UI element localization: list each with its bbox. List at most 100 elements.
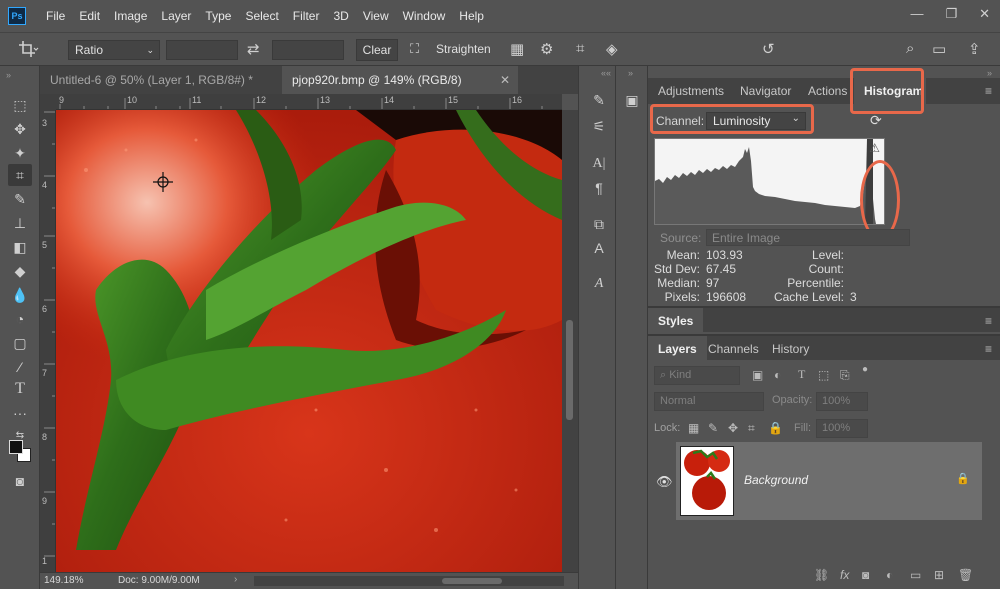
- straighten-icon[interactable]: ⛶: [410, 41, 419, 57]
- tab-channels[interactable]: Channels: [698, 336, 769, 362]
- tab-untitled-6[interactable]: Untitled-6 @ 50% (Layer 1, RGB/8#) *: [40, 66, 282, 94]
- lock-pixels-icon[interactable]: ✎: [708, 421, 718, 435]
- close-button[interactable]: ✕: [979, 6, 990, 22]
- crop-tool-icon[interactable]: ⌗: [8, 164, 32, 186]
- filter-toggle-icon[interactable]: ●: [862, 364, 868, 375]
- panel-menu-icon[interactable]: ≡: [985, 314, 992, 328]
- adjustment-layer-icon[interactable]: ◐: [886, 568, 893, 582]
- gear-icon[interactable]: ⚙: [540, 40, 553, 58]
- tab-history[interactable]: History: [762, 336, 819, 362]
- tab-styles[interactable]: Styles: [648, 308, 704, 334]
- height-field[interactable]: [272, 40, 344, 60]
- clone-stamp-tool-icon[interactable]: ⊥: [8, 212, 32, 234]
- paragraph-icon[interactable]: ¶: [589, 178, 609, 198]
- close-icon[interactable]: ✕: [500, 66, 510, 94]
- menu-filter[interactable]: Filter: [293, 9, 320, 23]
- refresh-icon[interactable]: ⟳: [870, 112, 882, 129]
- eraser-tool-icon[interactable]: ◧: [8, 236, 32, 258]
- menu-edit[interactable]: Edit: [79, 9, 100, 23]
- collapse-icon[interactable]: »: [628, 68, 633, 78]
- delete-cropped-icon[interactable]: ⌗: [576, 40, 584, 57]
- width-field[interactable]: [166, 40, 238, 60]
- glyphs-icon[interactable]: A: [589, 274, 609, 294]
- content-aware-icon[interactable]: ◈: [606, 40, 618, 58]
- foreground-color-swatch[interactable]: [9, 440, 23, 454]
- menu-3d[interactable]: 3D: [333, 9, 348, 23]
- search-icon[interactable]: ⌕: [906, 40, 914, 57]
- type-tool-icon[interactable]: T: [8, 378, 32, 400]
- menu-image[interactable]: Image: [114, 9, 147, 23]
- lock-position-icon[interactable]: ✥: [728, 421, 738, 435]
- menu-file[interactable]: File: [46, 9, 65, 23]
- blur-tool-icon[interactable]: 💧: [8, 284, 32, 306]
- layer-filter-kind[interactable]: ⌕ Kind: [654, 366, 740, 385]
- opacity-field[interactable]: 100%: [816, 392, 868, 411]
- magic-wand-tool-icon[interactable]: ✦: [8, 142, 32, 164]
- horizontal-scrollbar[interactable]: [254, 576, 564, 586]
- crop-tool-preset-icon[interactable]: [18, 40, 40, 62]
- workspace-icon[interactable]: ▭: [932, 40, 946, 58]
- collapse-icon[interactable]: »: [987, 68, 992, 78]
- blend-mode-dropdown[interactable]: Normal: [654, 392, 764, 411]
- zoom-level[interactable]: 149.18%: [44, 575, 83, 586]
- collapse-icon[interactable]: »: [6, 70, 11, 80]
- menu-type[interactable]: Type: [205, 9, 231, 23]
- new-layer-icon[interactable]: ⊞: [934, 568, 944, 582]
- chevron-right-icon[interactable]: ›: [234, 574, 237, 585]
- warning-icon[interactable]: ⚠: [869, 141, 880, 155]
- character-styles-icon[interactable]: A: [589, 238, 609, 258]
- paint-bucket-tool-icon[interactable]: ◆: [8, 260, 32, 282]
- color-swatches[interactable]: [9, 440, 31, 462]
- fx-icon[interactable]: fx: [840, 568, 849, 582]
- tab-pjop920r[interactable]: pjop920r.bmp @ 149% (RGB/8) ✕: [282, 66, 518, 94]
- minimize-button[interactable]: —: [910, 6, 923, 22]
- tab-navigator[interactable]: Navigator: [730, 78, 801, 104]
- tab-actions[interactable]: Actions: [798, 78, 857, 104]
- clone-source-icon[interactable]: ⧉: [589, 214, 609, 234]
- menu-window[interactable]: Window: [403, 9, 446, 23]
- expand-icon[interactable]: ««: [601, 68, 611, 78]
- smart-object-filter-icon[interactable]: ⎘: [840, 368, 850, 383]
- link-layers-icon[interactable]: ⛓: [814, 568, 829, 582]
- menu-view[interactable]: View: [363, 9, 389, 23]
- visibility-eye-icon[interactable]: 👁: [656, 474, 673, 490]
- dodge-tool-icon[interactable]: ◔: [8, 308, 32, 330]
- source-dropdown[interactable]: Entire Image: [706, 229, 910, 246]
- brush-presets-icon[interactable]: ⚟: [589, 116, 609, 136]
- new-group-icon[interactable]: ▭: [910, 568, 921, 582]
- lock-all-icon[interactable]: 🔒: [768, 421, 783, 435]
- fill-field[interactable]: 100%: [816, 419, 868, 438]
- reset-icon[interactable]: ↺: [762, 40, 775, 58]
- brush-settings-icon[interactable]: ✎: [589, 90, 609, 110]
- vertical-scrollbar-thumb[interactable]: [566, 320, 573, 420]
- shape-tool-icon[interactable]: ▢: [8, 332, 32, 354]
- swap-icon[interactable]: ⇄: [247, 40, 260, 58]
- panel-menu-icon[interactable]: ≡: [985, 342, 992, 356]
- marquee-tool-icon[interactable]: ⬚: [8, 94, 32, 116]
- shape-filter-icon[interactable]: ⬚: [818, 368, 829, 382]
- layer-mask-icon[interactable]: ◙: [862, 568, 869, 582]
- lock-artboard-icon[interactable]: ⌗: [748, 421, 755, 436]
- trash-icon[interactable]: 🗑: [958, 568, 973, 582]
- tab-adjustments[interactable]: Adjustments: [648, 78, 734, 104]
- lock-transparent-icon[interactable]: ▦: [688, 421, 699, 435]
- panel-menu-icon[interactable]: ≡: [985, 84, 992, 98]
- adjustment-filter-icon[interactable]: ◐: [774, 368, 781, 382]
- quick-mask-icon[interactable]: ◙: [8, 470, 32, 492]
- info-panel-icon[interactable]: ▣: [622, 90, 642, 110]
- brush-tool-icon[interactable]: ✎: [8, 188, 32, 210]
- straighten-label[interactable]: Straighten: [436, 42, 491, 56]
- character-icon[interactable]: A|: [589, 154, 609, 174]
- pixel-filter-icon[interactable]: ▣: [752, 368, 763, 382]
- more-tools-icon[interactable]: ···: [8, 402, 32, 424]
- menu-select[interactable]: Select: [245, 9, 278, 23]
- menu-help[interactable]: Help: [459, 9, 484, 23]
- move-tool-icon[interactable]: ✥: [8, 118, 32, 140]
- document-canvas[interactable]: [56, 110, 562, 572]
- eyedropper-tool-icon[interactable]: ⁄: [8, 356, 32, 378]
- horizontal-scrollbar-thumb[interactable]: [442, 578, 502, 584]
- menu-layer[interactable]: Layer: [161, 9, 191, 23]
- ratio-dropdown[interactable]: Ratio ⌄: [68, 40, 160, 60]
- clear-button[interactable]: Clear: [356, 39, 398, 61]
- grid-overlay-icon[interactable]: ▦: [510, 40, 524, 58]
